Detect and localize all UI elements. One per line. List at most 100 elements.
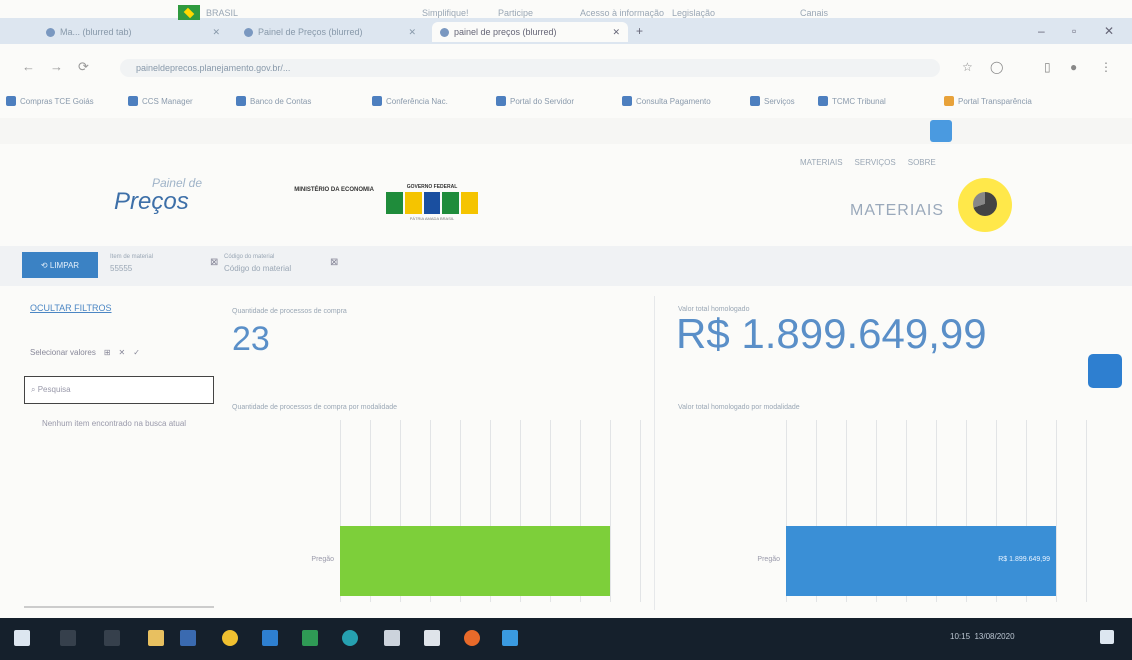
app-icon[interactable] [262,630,278,646]
tab-label: Painel de Preços (blurred) [258,27,363,37]
filter-chip[interactable]: Código do material Código do material [224,252,291,274]
brazil-flag-icon[interactable] [178,5,200,20]
profile-icon[interactable]: ● [1070,60,1077,74]
clear-selection-icon[interactable]: ✕ [119,348,126,357]
window-close-icon[interactable]: ✕ [1104,24,1114,38]
menu-icon[interactable]: ⋮ [1100,60,1112,74]
new-tab-icon[interactable]: + [636,24,643,38]
maximize-icon[interactable]: ▫ [1072,24,1076,38]
filter-chip[interactable]: Item de material 55555 [110,252,153,274]
bookmark-item[interactable]: TCMC Tribunal [818,96,886,106]
app-icon[interactable] [180,630,196,646]
search-icon: ⌕ [31,385,38,394]
gov-link[interactable]: Canais [800,8,828,18]
section-title: MATERIAIS [850,202,945,219]
browser-tab-active[interactable]: painel de preços (blurred) ✕ [432,22,628,42]
gridline [640,420,641,602]
minimize-icon[interactable]: – [1038,24,1045,38]
close-icon[interactable]: ✕ [212,27,220,38]
empty-message: Nenhum item encontrado na busca atual [41,419,187,428]
hide-filters-link[interactable]: OCULTAR FILTROS [30,303,112,313]
category-label: Pregão [757,556,780,563]
star-icon[interactable]: ☆ [962,60,973,74]
file-explorer-icon[interactable] [148,630,164,646]
count-card-title: Quantidade de processos de compra [232,308,347,315]
country-label[interactable]: BRASIL [206,8,238,18]
divider [654,296,655,610]
filter-chip-close-icon[interactable]: ⊠ [330,257,338,268]
divider [24,606,214,608]
bookmark-item[interactable]: Conferência Nac. [372,96,448,106]
accessibility-float-button[interactable] [1088,354,1122,388]
app-icon[interactable] [384,630,400,646]
logo-main-text[interactable]: Preços [114,188,204,216]
address-bar-row: ← → ⟳ paineldeprecos.planejamento.gov.br… [0,55,1132,81]
sidebar-icon[interactable]: ▯ [1044,60,1051,74]
task-view-icon[interactable] [104,630,120,646]
chart-bar[interactable] [340,526,610,596]
app-icon[interactable] [342,630,358,646]
bookmark-icon [944,96,954,106]
url-input[interactable]: paineldeprecos.planejamento.gov.br/... [120,59,940,77]
tab-favicon-icon [244,27,253,37]
bookmarks-bar: Compras TCE Goiás CCS Manager Banco de C… [0,92,1132,114]
browser-tab[interactable]: Ma... (blurred tab) ✕ [38,22,228,42]
bookmark-item[interactable]: Portal do Servidor [496,96,574,106]
reload-icon[interactable]: ⟳ [78,59,89,75]
app-icon[interactable] [502,630,518,646]
browser-tab[interactable]: Painel de Preços (blurred) ✕ [236,22,424,42]
excel-icon[interactable] [302,630,318,646]
notification-icon[interactable] [1100,630,1114,644]
filter-bar [0,246,1132,286]
clear-filters-button[interactable]: ⟲ LIMPAR [22,252,98,278]
select-label[interactable]: Selecionar valores [30,348,96,357]
chart-title: Valor total homologado por modalidade [678,404,800,411]
top-link-sobre[interactable]: SOBRE [908,158,936,167]
accessibility-icon[interactable] [930,120,952,142]
bookmark-item[interactable]: Consulta Pagamento [622,96,711,106]
search-input[interactable]: ⌕ Pesquisa [24,376,214,404]
gov-link[interactable]: Acesso à informação [580,8,664,18]
bookmark-item[interactable]: CCS Manager [128,96,193,106]
bookmark-icon [622,96,632,106]
search-icon[interactable] [60,630,76,646]
calculator-icon[interactable] [424,630,440,646]
filter-chip-close-icon[interactable]: ⊠ [210,257,218,268]
back-icon[interactable]: ← [22,59,35,74]
bookmark-item[interactable]: Portal Transparência [944,96,1032,106]
select-row: Selecionar valores ⊞ ✕ ✓ [30,348,208,357]
materials-badge[interactable] [958,178,1012,232]
confirm-icon[interactable]: ✓ [133,348,140,357]
gov-link[interactable]: Simplifique! [422,8,469,18]
browser-tab-bar: Ma... (blurred tab) ✕ Painel de Preços (… [0,18,1132,44]
count-chart: Pregão [311,420,641,602]
bookmark-icon [372,96,382,106]
system-tray[interactable]: 10:15 13/08/2020 [950,632,1015,641]
tab-label: Ma... (blurred tab) [60,27,132,37]
top-link-materiais[interactable]: MATERIAIS [800,158,843,167]
bookmark-item[interactable]: Banco de Contas [236,96,311,106]
forward-icon[interactable]: → [50,59,63,74]
bookmark-icon [236,96,246,106]
firefox-icon[interactable] [464,630,480,646]
bookmark-item[interactable]: Compras TCE Goiás [6,96,94,106]
close-icon[interactable]: ✕ [612,27,620,38]
top-link-servicos[interactable]: SERVIÇOS [855,158,896,167]
bookmark-item[interactable]: Serviços [750,96,795,106]
close-icon[interactable]: ✕ [408,27,416,38]
extension-icon[interactable]: ◯ [990,60,1003,74]
select-all-icon[interactable]: ⊞ [104,348,111,357]
gov-bar [0,118,1132,144]
gov-link[interactable]: Legislação [672,8,715,18]
value-chart: Pregão R$ 1.899.649,99 [757,420,1087,602]
tab-label: painel de preços (blurred) [454,27,557,37]
gridline [610,420,611,602]
gov-link[interactable]: Participe [498,8,533,18]
start-icon[interactable] [14,630,30,646]
tab-favicon-icon [440,27,449,37]
bookmark-icon [750,96,760,106]
tab-favicon-icon [46,27,55,37]
chrome-icon[interactable] [222,630,238,646]
bar-value-label: R$ 1.899.649,99 [998,556,1050,563]
count-value: 23 [232,320,270,358]
